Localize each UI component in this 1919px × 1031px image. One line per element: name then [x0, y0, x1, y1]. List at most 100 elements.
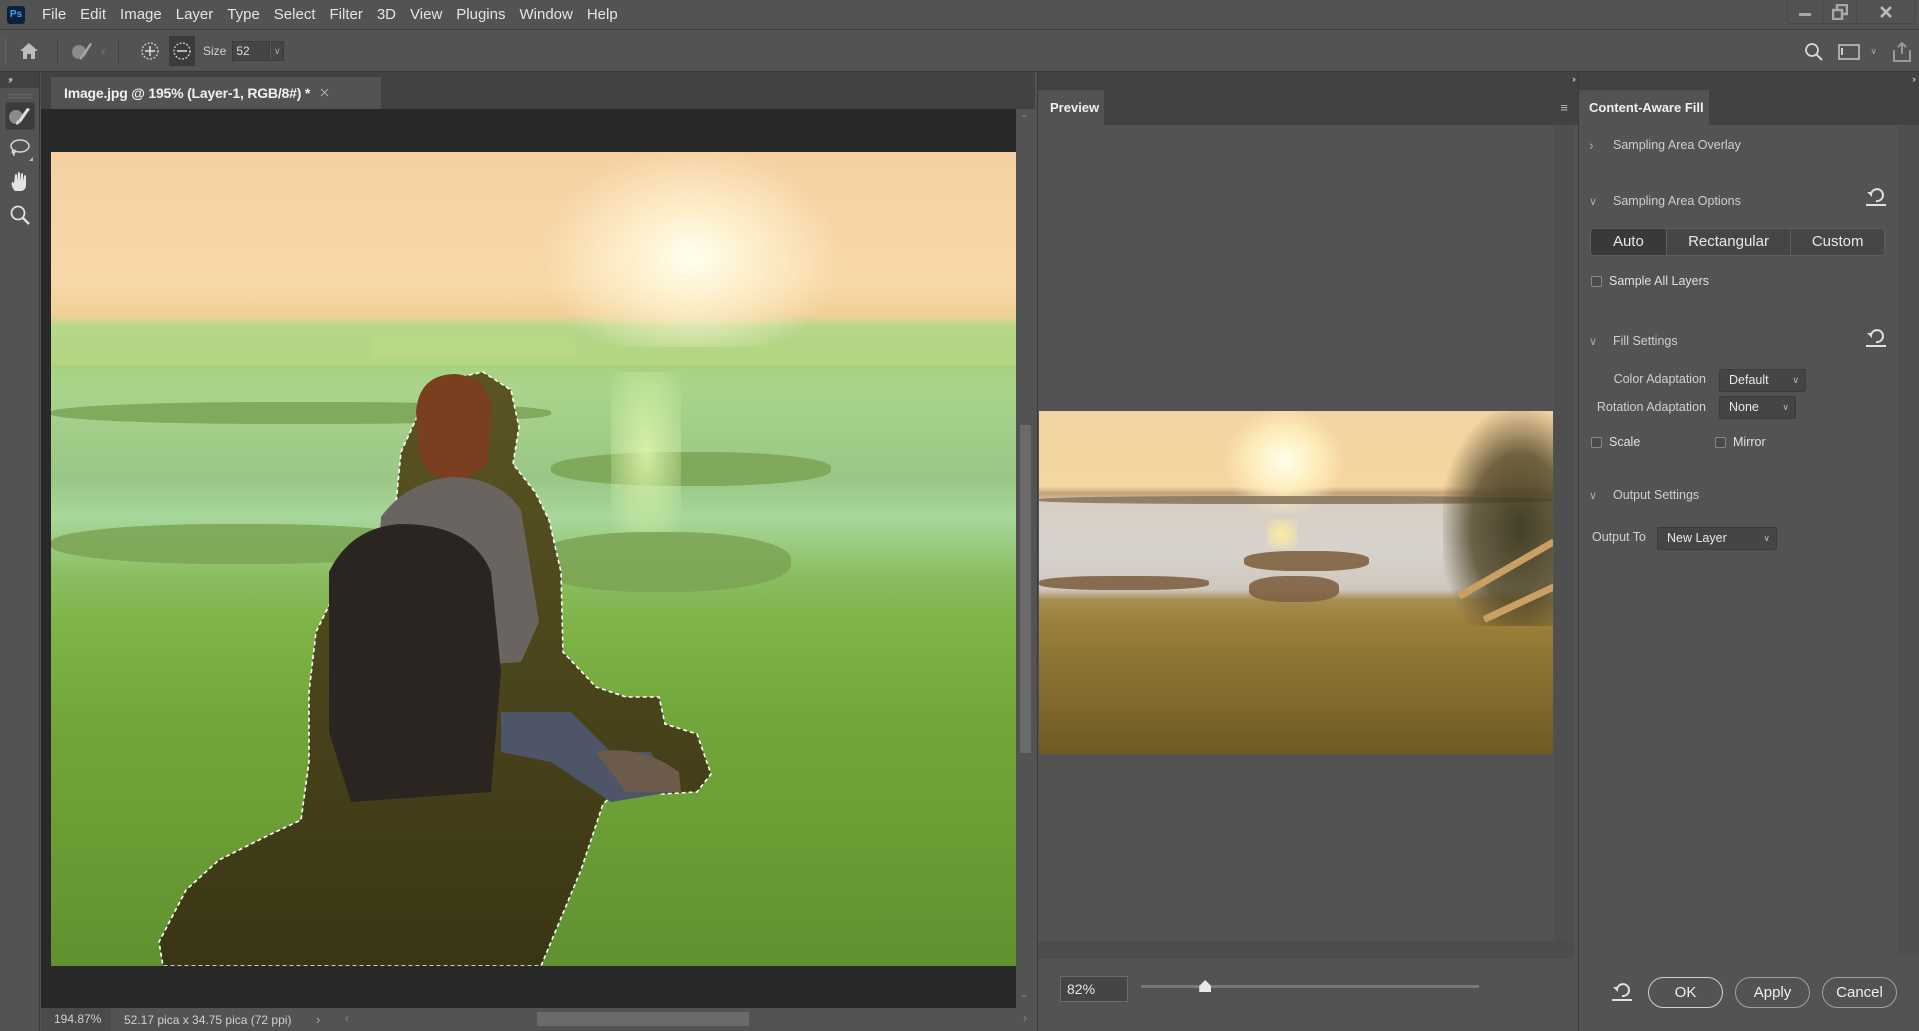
zoom-icon — [10, 205, 30, 225]
sun-reflection — [1267, 519, 1297, 549]
preview-vertical-scrollbar[interactable] — [1554, 125, 1574, 941]
hand-icon — [11, 172, 26, 191]
scale-checkbox[interactable]: Scale — [1591, 435, 1640, 449]
caf-tab-bar: Content-Aware Fill — [1579, 88, 1919, 125]
section-title: Sampling Area Overlay — [1613, 138, 1741, 152]
horizontal-scrollbar-thumb[interactable] — [537, 1012, 749, 1026]
mode-custom-button[interactable]: Custom — [1790, 229, 1884, 255]
collapse-panel-icon[interactable]: ›› — [1912, 74, 1916, 84]
checkbox-label: Mirror — [1733, 435, 1766, 449]
section-output-settings[interactable]: ∨ Output Settings — [1589, 488, 1699, 502]
collapse-left-icon[interactable]: ›› — [9, 74, 13, 84]
menu-filter[interactable]: Filter — [323, 0, 370, 30]
minimize-button[interactable] — [1788, 0, 1822, 24]
close-icon — [320, 88, 329, 97]
color-adaptation-dropdown[interactable]: Default ∨ — [1719, 369, 1806, 392]
home-button[interactable] — [9, 42, 49, 60]
workspace-button[interactable]: ∨ — [1838, 43, 1877, 60]
document-tab[interactable]: Image.jpg @ 195% (Layer-1, RGB/8#) * — [51, 77, 381, 109]
sample-all-layers-checkbox[interactable]: Sample All Layers — [1591, 274, 1709, 288]
canvas-image[interactable] — [51, 152, 1016, 966]
tab-content-aware-fill[interactable]: Content-Aware Fill — [1579, 90, 1709, 125]
add-to-selection-icon — [141, 42, 159, 60]
toolbar-grip[interactable] — [8, 94, 31, 98]
share-button[interactable] — [1891, 41, 1913, 63]
preview-zoom-slider[interactable] — [1141, 985, 1479, 988]
tool-preset-picker[interactable]: ∨ — [66, 40, 110, 62]
separator — [57, 38, 58, 64]
scroll-right-icon[interactable]: › — [1023, 1011, 1027, 1025]
close-tab-button[interactable] — [320, 86, 329, 100]
status-menu-arrow[interactable]: › — [316, 1012, 320, 1027]
rotation-adaptation-dropdown[interactable]: None ∨ — [1719, 396, 1796, 419]
mode-auto-button[interactable]: Auto — [1591, 229, 1666, 255]
mode-rectangular-button[interactable]: Rectangular — [1665, 229, 1791, 255]
close-button[interactable] — [1856, 0, 1914, 24]
menu-window[interactable]: Window — [512, 0, 579, 30]
section-fill-settings[interactable]: ∨ Fill Settings — [1589, 334, 1678, 348]
collapse-panel-icon[interactable]: ›› — [1572, 74, 1576, 84]
document-tab-title: Image.jpg @ 195% (Layer-1, RGB/8#) * — [64, 85, 311, 101]
tool-zoom[interactable] — [5, 201, 35, 229]
scroll-up-icon[interactable]: ⌃ — [1020, 114, 1028, 125]
collapse-toolbar-button[interactable]: ›› — [0, 72, 39, 88]
apply-button[interactable]: Apply — [1735, 977, 1810, 1008]
preview-tab-bar: Preview ≡ — [1038, 88, 1578, 125]
subtract-from-selection-icon — [173, 42, 191, 60]
output-to-dropdown[interactable]: New Layer ∨ — [1657, 527, 1777, 550]
selection-overlay — [158, 371, 712, 966]
menu-type[interactable]: Type — [220, 0, 267, 30]
section-sampling-area-options[interactable]: ∨ Sampling Area Options — [1589, 194, 1741, 208]
status-zoom-level[interactable]: 194.87% — [41, 1008, 111, 1031]
tab-preview[interactable]: Preview — [1038, 90, 1104, 125]
minimize-icon — [1799, 13, 1811, 16]
size-dropdown-button[interactable]: ∨ — [270, 41, 285, 61]
tool-lasso[interactable] — [5, 135, 35, 163]
preview-viewport[interactable] — [1038, 125, 1553, 941]
tool-hand[interactable] — [5, 168, 35, 196]
vertical-scrollbar[interactable]: ⌃ ⌄ — [1016, 109, 1035, 1008]
chevron-down-icon: ∨ — [100, 46, 106, 56]
reset-all-button[interactable] — [1611, 982, 1633, 1005]
ok-button[interactable]: OK — [1648, 977, 1723, 1008]
preview-zoom-input[interactable]: 82% — [1060, 976, 1128, 1002]
mirror-checkbox[interactable]: Mirror — [1715, 435, 1766, 449]
menu-3d[interactable]: 3D — [370, 0, 403, 30]
checkbox-box[interactable] — [1591, 275, 1602, 287]
vertical-scrollbar-thumb[interactable] — [1020, 425, 1031, 753]
tool-group-indicator — [28, 157, 33, 161]
caf-panel-scrollbar[interactable] — [1899, 125, 1919, 955]
menu-plugins[interactable]: Plugins — [449, 0, 512, 30]
menu-layer[interactable]: Layer — [169, 0, 221, 30]
tool-sampling-brush[interactable] — [4, 102, 35, 130]
horizontal-scrollbar[interactable]: ‹ › — [341, 1008, 1031, 1031]
restore-button[interactable] — [1822, 0, 1856, 24]
add-to-selection-button[interactable] — [135, 36, 165, 66]
menu-edit[interactable]: Edit — [73, 0, 113, 30]
menu-view[interactable]: View — [403, 0, 449, 30]
island — [1039, 576, 1209, 590]
menu-help[interactable]: Help — [580, 0, 625, 30]
menu-select[interactable]: Select — [267, 0, 323, 30]
subtract-from-selection-button[interactable] — [169, 36, 195, 66]
section-sampling-area-overlay[interactable]: › Sampling Area Overlay — [1589, 137, 1741, 153]
scroll-left-icon[interactable]: ‹ — [345, 1011, 349, 1025]
reset-fill-settings-button[interactable] — [1865, 328, 1887, 351]
checkbox-label: Sample All Layers — [1609, 274, 1710, 288]
tools-panel: ›› — [0, 72, 40, 1031]
menu-file[interactable]: File — [35, 0, 73, 30]
checkbox-box[interactable] — [1715, 436, 1726, 448]
panel-menu-icon[interactable]: ≡ — [1560, 100, 1568, 115]
scroll-down-icon[interactable]: ⌄ — [1020, 989, 1028, 1000]
menu-image[interactable]: Image — [113, 0, 169, 30]
size-input[interactable]: 52 — [232, 41, 271, 61]
document-canvas-area[interactable] — [41, 109, 1016, 1008]
preview-image[interactable] — [1039, 411, 1553, 754]
reset-sampling-button[interactable] — [1865, 187, 1887, 210]
brush-icon — [8, 108, 30, 125]
search-button[interactable] — [1804, 42, 1824, 62]
preview-horizontal-scrollbar[interactable] — [1038, 941, 1574, 959]
checkbox-box[interactable] — [1591, 436, 1602, 448]
cancel-button[interactable]: Cancel — [1822, 977, 1897, 1008]
preview-zoom-slider-thumb[interactable] — [1199, 980, 1212, 992]
